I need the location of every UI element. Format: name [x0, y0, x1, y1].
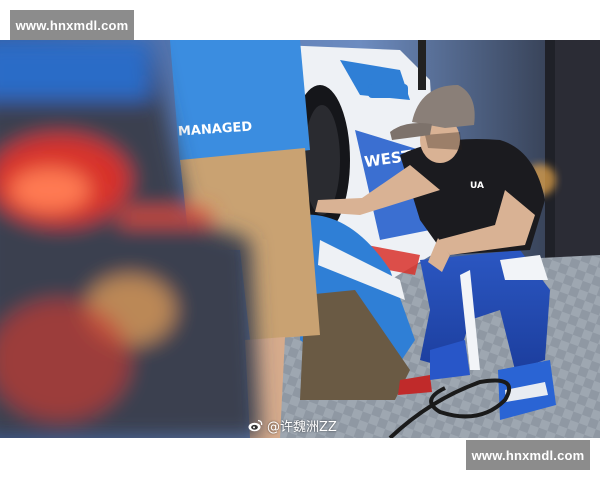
- weibo-icon: [248, 419, 263, 432]
- weibo-credit: @许魏洲ZZ: [248, 416, 337, 435]
- svg-text:UA: UA: [470, 181, 484, 191]
- racing-photo: WEST UA MANAGED: [0, 40, 600, 438]
- weibo-handle: @许魏洲ZZ: [267, 420, 337, 435]
- page: www.hnxmdl.com WEST UA MANAGED @许魏洲ZZ ww…: [0, 0, 600, 480]
- watermark-bottom: www.hnxmdl.com: [466, 440, 590, 470]
- watermark-top: www.hnxmdl.com: [10, 10, 134, 40]
